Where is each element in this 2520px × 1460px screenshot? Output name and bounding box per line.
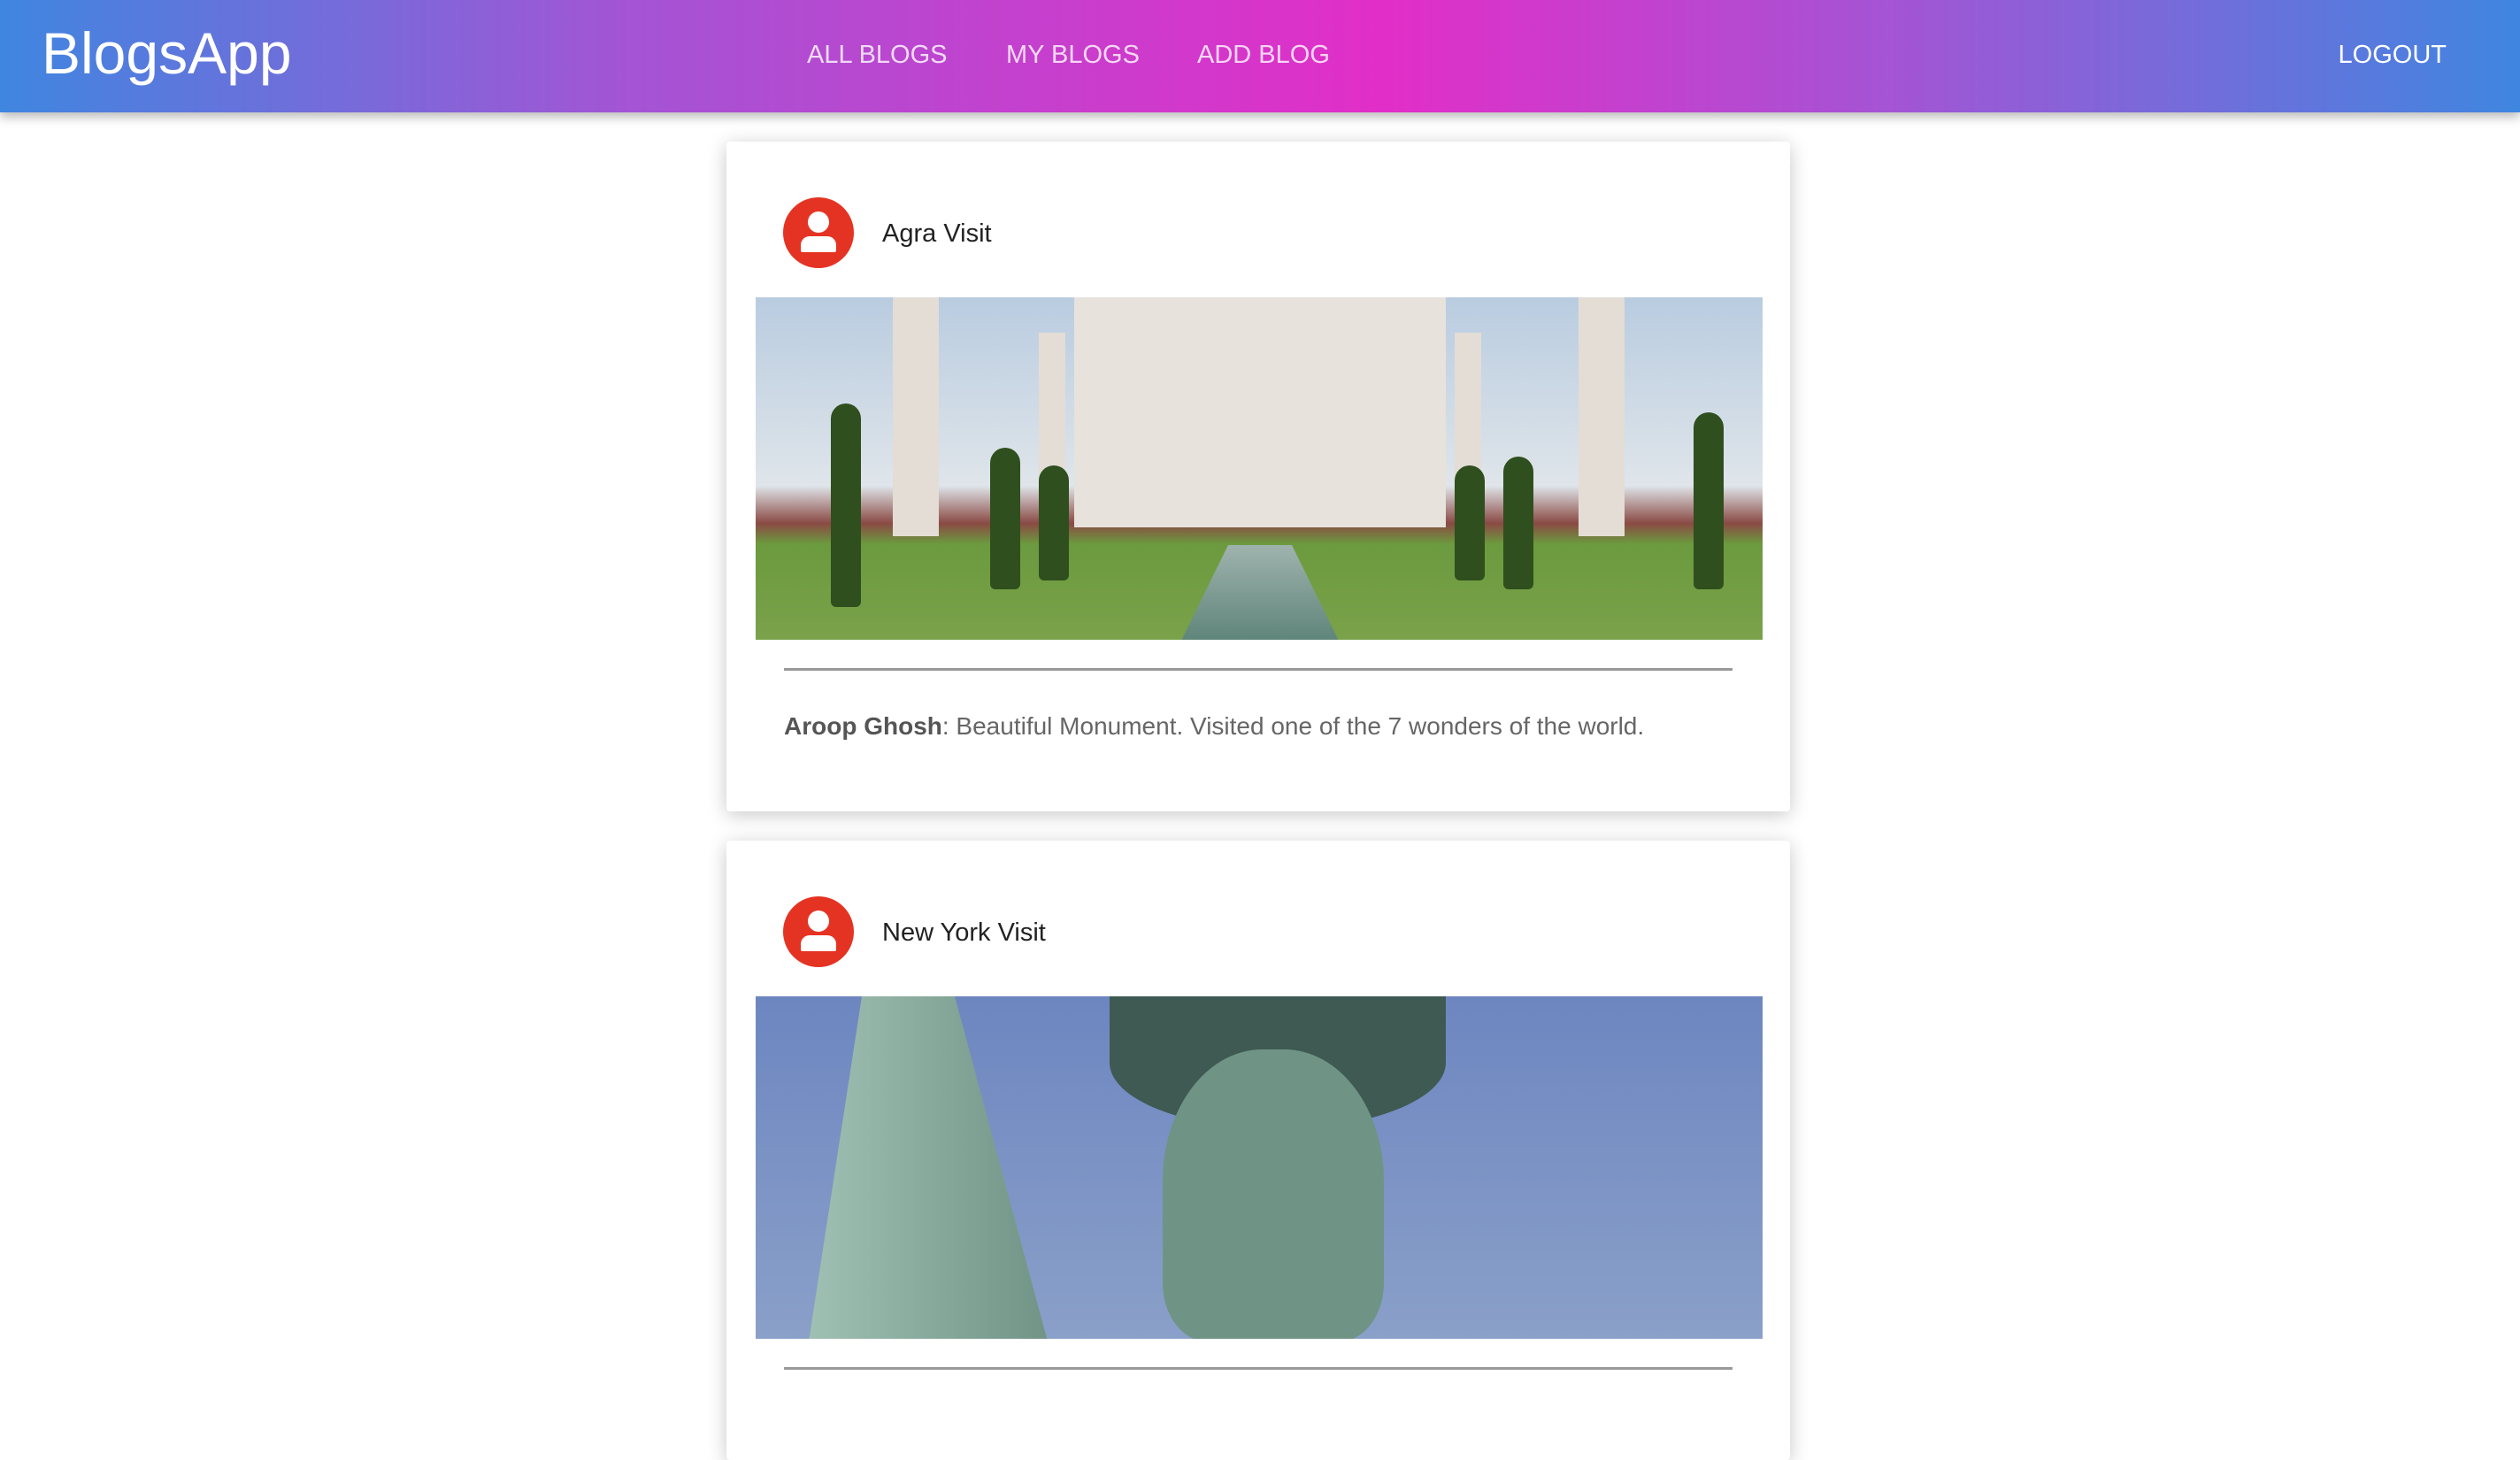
blog-image [756,297,1763,640]
logout-button[interactable]: LOGOUT [2339,41,2447,70]
blog-title: New York Visit [882,918,1046,947]
blog-title: Agra Visit [882,219,992,248]
blog-card: New York Visit [726,841,1790,1460]
app-logo[interactable]: BlogsApp [42,19,292,87]
nav-add-blog[interactable]: ADD BLOG [1197,41,1330,70]
blog-card: Agra Visit Aroop Ghosh: Beautiful Monume… [726,142,1790,811]
app-header: BlogsApp ALL BLOGS MY BLOGS ADD BLOG LOG… [0,0,2520,112]
divider [784,668,1732,671]
blog-comment: Aroop Ghosh: Beautiful Monument. Visited… [784,712,1644,741]
separator: : [941,712,949,740]
divider [784,1367,1732,1370]
nav-all-blogs[interactable]: ALL BLOGS [807,41,948,70]
blog-image [756,996,1763,1339]
user-avatar-icon [783,896,854,967]
nav-my-blogs[interactable]: MY BLOGS [1006,41,1140,70]
comment-author: Aroop Ghosh [784,712,942,740]
user-avatar-icon [783,197,854,268]
comment-text: Beautiful Monument. Visited one of the 7… [949,712,1645,740]
